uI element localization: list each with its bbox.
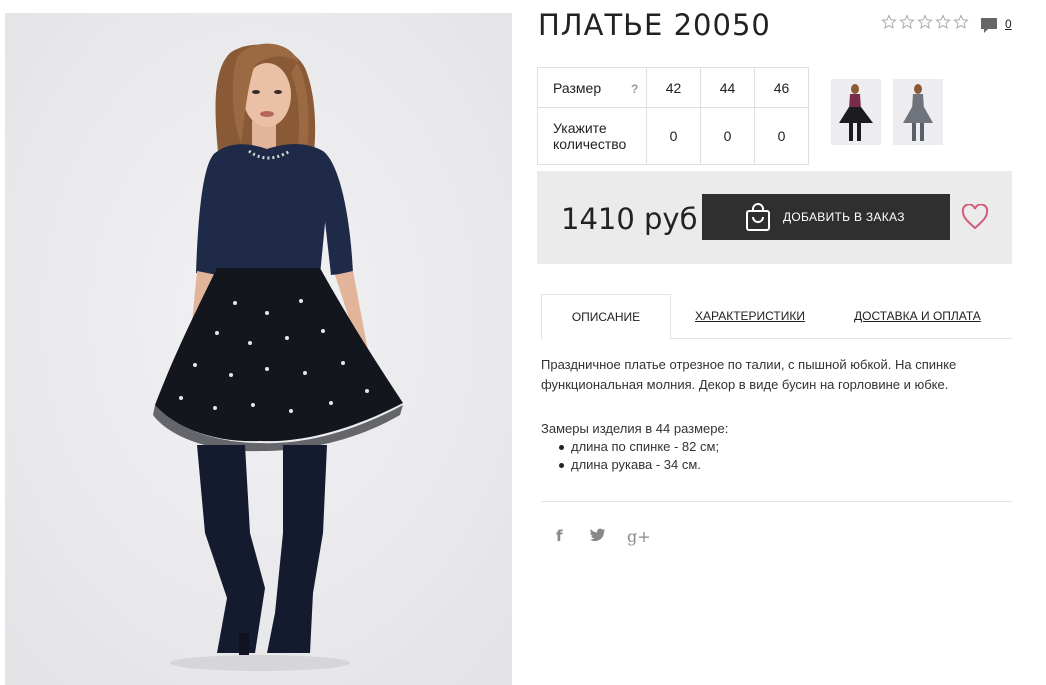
product-thumbnail-1[interactable] [831,79,881,145]
star-outline-icon[interactable] [881,14,897,30]
price-panel: 1410 руб ДОБАВИТЬ В ЗАКАЗ [537,171,1012,264]
add-to-order-label: ДОБАВИТЬ В ЗАКАЗ [783,210,905,224]
product-main-image[interactable] [5,13,512,685]
list-item: длина рукава - 34 см. [557,456,728,474]
comment-icon[interactable] [980,17,998,35]
tab-description[interactable]: ОПИСАНИЕ [541,294,671,340]
list-item: длина по спинке - 82 см; [557,438,728,456]
quantity-input-42[interactable] [658,128,689,144]
twitter-icon[interactable] [590,528,606,542]
measurements-list: длина по спинке - 82 см; длина рукава - … [557,438,728,474]
measurements-title: Замеры изделия в 44 размере: [541,421,729,436]
size-option[interactable]: 42 [646,67,701,108]
size-option[interactable]: 44 [700,67,755,108]
tab-characteristics[interactable]: ХАРАКТЕРИСТИКИ [695,294,805,339]
quantity-cell [700,107,755,165]
product-tabs: ОПИСАНИЕ ХАРАКТЕРИСТИКИ ДОСТАВКА И ОПЛАТ… [541,294,1012,340]
size-option[interactable]: 46 [754,67,809,108]
quantity-row: Укажите количество [537,107,809,165]
measurements-block: Замеры изделия в 44 размере: длина по сп… [541,420,728,474]
size-row: Размер ? 42 44 46 [537,67,809,108]
star-outline-icon[interactable] [917,14,933,30]
tab-delivery-payment[interactable]: ДОСТАВКА И ОПЛАТА [854,294,981,339]
star-outline-icon[interactable] [899,14,915,30]
star-outline-icon[interactable] [953,14,969,30]
size-label: Размер [553,79,602,96]
product-title: ПЛАТЬЕ 20050 [538,8,771,42]
google-plus-icon[interactable]: g+ [627,527,651,546]
size-help-icon[interactable]: ? [631,82,638,96]
divider [541,501,1012,502]
quantity-label: Укажите количество [537,107,647,165]
star-outline-icon[interactable] [935,14,951,30]
product-price: 1410 руб [561,202,698,236]
product-description: Праздничное платье отрезное по талии, с … [541,357,957,392]
size-table: Размер ? 42 44 46 Укажите количество [537,67,809,165]
size-label-cell: Размер ? [537,67,647,108]
rating-stars[interactable] [881,14,969,30]
quantity-cell [754,107,809,165]
quantity-input-44[interactable] [712,128,743,144]
quantity-input-46[interactable] [766,128,797,144]
product-thumbnail-2[interactable] [893,79,943,145]
quantity-cell [646,107,701,165]
shopping-bag-icon [746,203,770,231]
facebook-icon[interactable]: f [556,527,563,545]
heart-icon[interactable] [961,204,989,230]
add-to-order-button[interactable]: ДОБАВИТЬ В ЗАКАЗ [702,194,950,240]
comment-count-link[interactable]: 0 [1005,17,1012,31]
